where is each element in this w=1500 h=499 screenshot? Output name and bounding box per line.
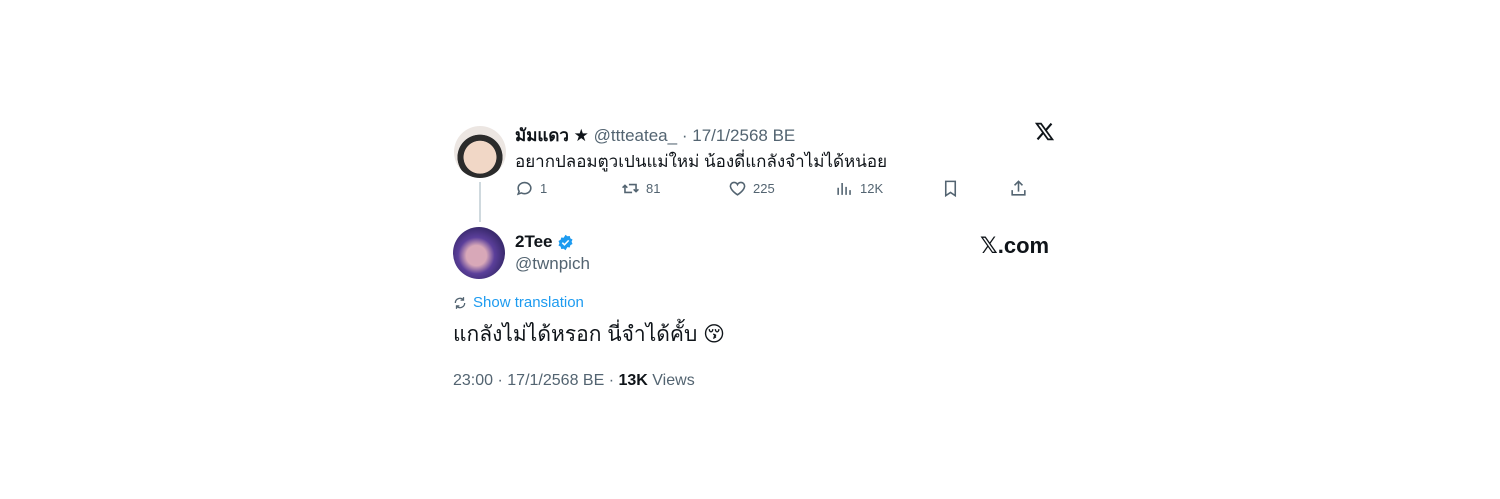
- share-button[interactable]: [1009, 177, 1028, 199]
- bookmark-icon: [944, 180, 957, 197]
- xcom-branding[interactable]: 𝕏.com: [980, 233, 1049, 259]
- show-translation-label: Show translation: [473, 294, 584, 311]
- heart-icon: [729, 181, 746, 196]
- reply-count: 1: [540, 180, 548, 196]
- verified-badge-icon: [557, 234, 573, 250]
- main-author-avatar[interactable]: [453, 227, 505, 279]
- views-count: 12K: [860, 180, 884, 196]
- reply-handle[interactable]: @ttteatea_: [594, 126, 677, 145]
- like-button[interactable]: 225: [728, 177, 775, 199]
- reply-display-name[interactable]: มัมแดว ★: [515, 126, 589, 145]
- repost-count: 81: [646, 180, 661, 196]
- thread-connector-line: [479, 182, 481, 222]
- tweet-views-label: Views: [652, 372, 695, 389]
- reply-action-bar: 1 81 225 12K: [515, 177, 1035, 199]
- x-logo-icon[interactable]: [1034, 121, 1055, 142]
- tweet-metadata: 23:00 · 17/1/2568 BE · 13K Views: [453, 372, 695, 390]
- comment-icon: [516, 181, 532, 195]
- bookmark-button[interactable]: [941, 177, 960, 199]
- main-author-name-row: 2Tee: [515, 232, 574, 252]
- reply-separator: ·: [681, 126, 688, 145]
- tweet-time[interactable]: 23:00: [453, 372, 493, 389]
- views-button[interactable]: 12K: [835, 177, 883, 199]
- like-count: 225: [753, 180, 775, 196]
- main-handle[interactable]: @twnpich: [515, 254, 590, 274]
- meta-separator: ·: [608, 372, 615, 389]
- reply-header: มัมแดว ★ @ttteatea_ · 17/1/2568 BE: [515, 122, 795, 149]
- tweet-date[interactable]: 17/1/2568 BE: [507, 372, 604, 389]
- meta-separator: ·: [497, 372, 503, 389]
- tweet-views-count: 13K: [618, 372, 648, 389]
- repost-button[interactable]: 81: [621, 177, 660, 199]
- main-tweet-text: แกลังไม่ได้หรอก นี่จำได้คั้บ 😚: [453, 323, 726, 346]
- analytics-icon: [837, 182, 851, 195]
- show-translation-link[interactable]: Show translation: [453, 294, 584, 311]
- reply-author-avatar[interactable]: [454, 126, 506, 178]
- reply-button[interactable]: 1: [515, 177, 547, 199]
- repost-icon: [622, 183, 639, 193]
- translate-icon: [454, 296, 466, 309]
- share-icon: [1011, 179, 1026, 196]
- reply-text: อยากปลอมตูวเปนแม่ใหม่ น้องดี่แกลังจำไม่ไ…: [515, 152, 888, 171]
- reply-date[interactable]: 17/1/2568 BE: [692, 126, 795, 145]
- main-display-name[interactable]: 2Tee: [515, 232, 553, 252]
